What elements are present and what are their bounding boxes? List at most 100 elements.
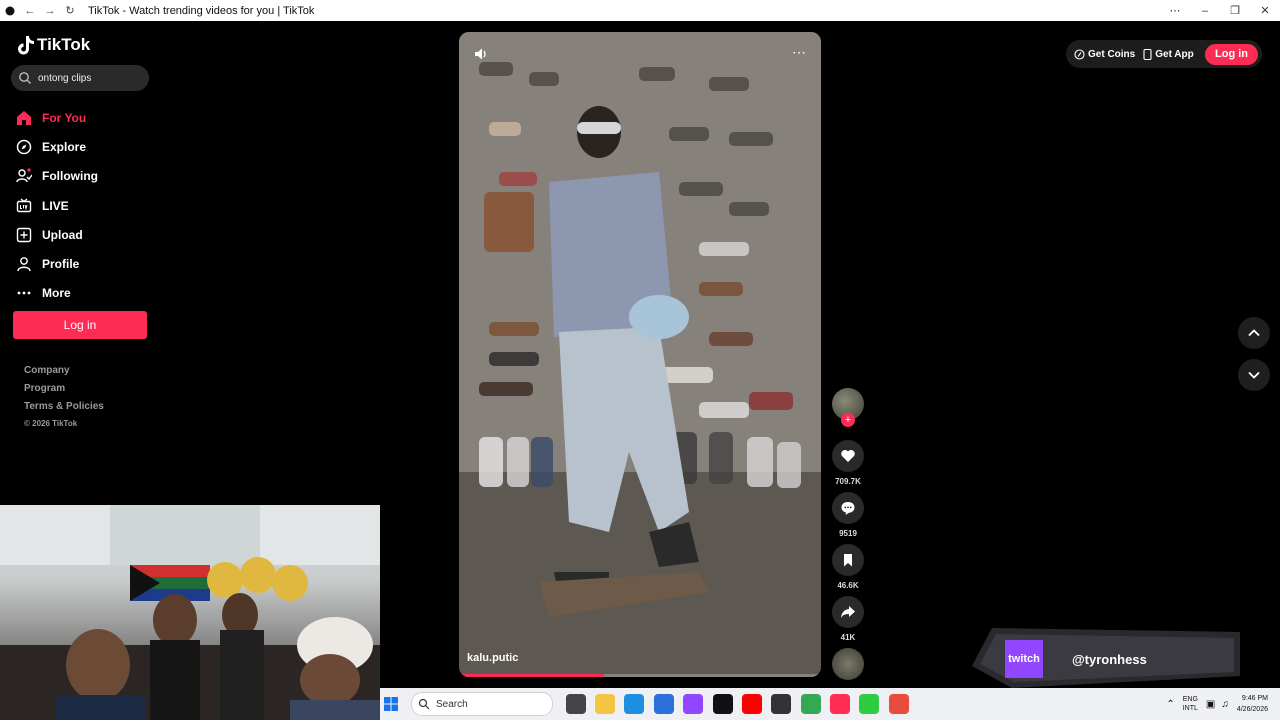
video-frame-image [459, 32, 821, 677]
sidebar-item-label: More [42, 286, 71, 301]
upload-icon [16, 227, 32, 243]
system-tray: ⌃ ENG INTL ▣ ♫ 9:46 PM 4/26/2026 [1166, 693, 1274, 715]
next-video-button[interactable] [1238, 359, 1270, 391]
tab-title: TikTok - Watch trending videos for you |… [88, 4, 315, 17]
webcam-image [0, 505, 380, 720]
save-button[interactable] [832, 544, 864, 576]
share-action[interactable]: 41K [832, 596, 864, 642]
tiktok-favicon-icon [0, 6, 20, 16]
chevron-down-icon [1248, 371, 1260, 379]
compass-icon [16, 139, 32, 155]
footer-link-terms[interactable]: Terms & Policies [24, 401, 104, 419]
get-app-label: Get App [1155, 48, 1194, 60]
sidebar-item-for-you[interactable]: For You [16, 103, 98, 132]
close-icon[interactable]: ✕ [1250, 0, 1280, 21]
language-indicator[interactable]: ENG INTL [1183, 695, 1198, 713]
sidebar-item-label: Following [42, 169, 98, 184]
search-box[interactable] [11, 65, 149, 91]
edge-icon[interactable] [624, 694, 645, 714]
tray-chevron-icon[interactable]: ⌃ [1166, 699, 1174, 710]
profile-icon [16, 256, 32, 272]
footer-link-program[interactable]: Program [24, 383, 104, 401]
sidebar-item-following[interactable]: Following [16, 162, 98, 191]
header-login-button[interactable]: Log in [1205, 43, 1258, 65]
app-icon[interactable] [888, 694, 909, 714]
get-coins-link[interactable]: Get Coins [1074, 49, 1135, 60]
bookmark-icon [844, 554, 852, 567]
file-explorer-icon[interactable] [595, 694, 616, 714]
kick-icon[interactable] [859, 694, 880, 714]
store-icon[interactable] [653, 694, 674, 714]
footer-link-company[interactable]: Company [24, 365, 104, 383]
youtube-icon[interactable] [741, 694, 762, 714]
sidebar-item-live[interactable]: LIVE [16, 191, 98, 220]
header-actions: Get Coins Get App Log in [1066, 40, 1262, 68]
comment-button[interactable] [832, 492, 864, 524]
save-action[interactable]: 46.6K [832, 544, 864, 590]
volume-tray-icon[interactable]: ♫ [1221, 699, 1229, 710]
forward-icon[interactable]: → [40, 5, 60, 17]
comment-action[interactable]: 9519 [832, 492, 864, 538]
share-button[interactable] [832, 596, 864, 628]
sidebar-item-explore[interactable]: Explore [16, 132, 98, 161]
sound-disc[interactable] [832, 648, 864, 680]
language-top: ENG [1182, 696, 1198, 703]
obs-icon[interactable] [771, 694, 792, 714]
tiktok-app-icon[interactable] [712, 694, 733, 714]
tiktok-note-icon [18, 36, 34, 55]
sidebar-login-button[interactable]: Log in [13, 311, 147, 339]
twitch-app-icon[interactable] [683, 694, 704, 714]
task-view-icon[interactable] [565, 694, 586, 714]
sidebar-item-profile[interactable]: Profile [16, 249, 98, 278]
music-disc-icon [832, 648, 864, 680]
previous-video-button[interactable] [1238, 317, 1270, 349]
tiktok-logo[interactable]: TikTok [16, 35, 90, 55]
like-count: 709.7K [835, 477, 861, 486]
home-icon [16, 110, 32, 126]
minimize-icon[interactable]: – [1190, 0, 1220, 21]
comment-icon [841, 502, 855, 515]
like-button[interactable] [832, 440, 864, 472]
save-count: 46.6K [837, 581, 859, 590]
get-app-link[interactable]: Get App [1143, 48, 1194, 60]
follow-plus-icon[interactable]: + [841, 413, 855, 427]
comment-count: 9519 [839, 529, 857, 538]
taskbar-apps [561, 694, 914, 714]
clock[interactable]: 9:46 PM 4/26/2026 [1237, 693, 1268, 715]
chrome-icon[interactable] [800, 694, 821, 714]
sidebar-item-more[interactable]: More [16, 279, 98, 308]
footer-links: Company Program Terms & Policies © 2026 … [24, 365, 104, 433]
sidebar: TikTok For You Explore Following [0, 21, 160, 505]
twitch-logo-icon: twitch [1005, 640, 1043, 678]
tiktok-studio-icon[interactable] [830, 694, 851, 714]
reload-icon[interactable]: ↻ [60, 4, 80, 17]
sidebar-item-label: Upload [42, 227, 83, 242]
video-progress-bar[interactable] [459, 674, 821, 677]
restore-icon[interactable]: ❐ [1220, 0, 1250, 21]
share-count: 41K [840, 633, 856, 642]
twitch-handle-overlay: twitch @tyronhess [972, 626, 1242, 694]
taskbar-search-label: Search [436, 698, 468, 710]
browser-title-bar: ← → ↻ TikTok - Watch trending videos for… [0, 0, 1280, 21]
windows-taskbar: Search ⌃ ENG INTL ▣ ♫ 9:46 PM 4/26/2026 [380, 688, 1280, 720]
like-action[interactable]: 709.7K [832, 440, 864, 486]
creator-avatar[interactable]: + [832, 388, 864, 427]
chevron-up-icon [1248, 329, 1260, 337]
back-icon[interactable]: ← [20, 5, 40, 17]
search-input[interactable] [36, 71, 145, 85]
video-author[interactable]: kalu.putic [467, 652, 518, 664]
browser-menu-icon[interactable]: ⋯ [1160, 0, 1190, 21]
video-options-icon[interactable]: ⋯ [792, 44, 807, 61]
following-icon [16, 168, 32, 184]
heart-icon [841, 450, 855, 462]
webcam-overlay [0, 505, 380, 720]
taskbar-search[interactable]: Search [411, 692, 553, 716]
logo-text: TikTok [37, 35, 91, 54]
sidebar-item-upload[interactable]: Upload [16, 220, 98, 249]
video-player[interactable]: ⋯ kalu.putic [459, 32, 821, 677]
sidebar-item-label: Explore [42, 139, 87, 154]
network-icon[interactable]: ▣ [1206, 699, 1215, 710]
share-icon [841, 606, 855, 618]
windows-start-icon[interactable] [383, 696, 399, 712]
volume-icon[interactable] [473, 46, 489, 62]
